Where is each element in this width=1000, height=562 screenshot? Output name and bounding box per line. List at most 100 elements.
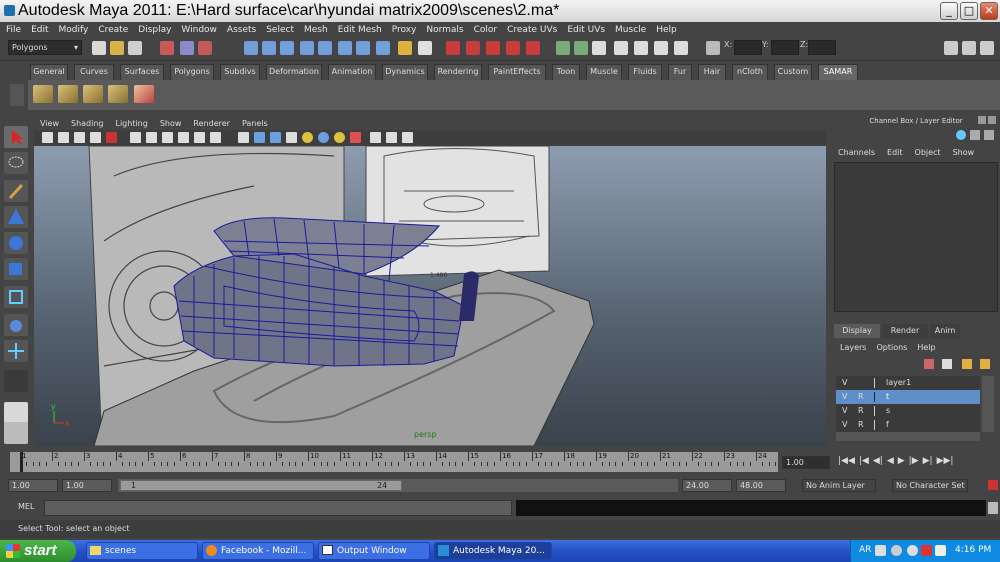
menu-help[interactable]: Help bbox=[656, 25, 677, 35]
vp-menu-view[interactable]: View bbox=[40, 119, 59, 128]
help-menu[interactable]: Help bbox=[917, 343, 935, 352]
layer-name[interactable]: t bbox=[886, 390, 889, 404]
layer-up-icon[interactable] bbox=[962, 359, 972, 369]
layer-scrollbar[interactable] bbox=[982, 376, 994, 432]
select-hierarchy-icon[interactable] bbox=[160, 41, 174, 55]
taskbar-scenes[interactable]: scenes bbox=[86, 542, 198, 560]
layer-name[interactable]: f bbox=[886, 418, 889, 432]
layer-row[interactable]: V R s bbox=[836, 404, 980, 418]
layer-visibility[interactable]: V bbox=[842, 390, 847, 404]
shelf-tab-custom[interactable]: Custom bbox=[774, 64, 812, 80]
object-menu[interactable]: Object bbox=[915, 148, 941, 157]
menu-create-uvs[interactable]: Create UVs bbox=[507, 25, 557, 35]
step-back-key-icon[interactable]: |◀ bbox=[859, 456, 869, 466]
menu-create[interactable]: Create bbox=[98, 25, 128, 35]
layer-name[interactable]: layer1 bbox=[886, 376, 911, 390]
step-forward-key-icon[interactable]: ▶| bbox=[923, 456, 933, 466]
rotate-tool-icon[interactable] bbox=[4, 232, 28, 254]
lock-icon[interactable] bbox=[398, 41, 412, 55]
end-time-field[interactable]: 48.00 bbox=[736, 479, 786, 492]
layer-color-swatch[interactable] bbox=[874, 392, 886, 402]
clock[interactable]: 4:16 PM bbox=[955, 545, 991, 555]
select-object-icon[interactable] bbox=[180, 41, 194, 55]
snap-point-icon[interactable] bbox=[486, 41, 500, 55]
xray-joints-icon[interactable] bbox=[370, 132, 381, 143]
panel-float-icon[interactable] bbox=[978, 116, 986, 124]
pick-mask-5-icon[interactable] bbox=[318, 41, 332, 55]
layer-row[interactable]: V layer1 bbox=[836, 376, 980, 390]
select-tool-icon[interactable] bbox=[4, 126, 28, 148]
menu-edit[interactable]: Edit bbox=[31, 25, 48, 35]
x-field[interactable] bbox=[734, 40, 762, 55]
input-ops-icon[interactable] bbox=[556, 41, 570, 55]
lasso-tool-icon[interactable] bbox=[4, 152, 28, 174]
step-back-frame-icon[interactable]: ◀| bbox=[873, 456, 883, 466]
pick-mask-3-icon[interactable] bbox=[280, 41, 294, 55]
shelf-tab-hair[interactable]: Hair bbox=[698, 64, 726, 80]
help-tray-icon[interactable] bbox=[875, 545, 886, 556]
range-slider-handle[interactable]: 1 24 bbox=[120, 480, 402, 491]
perspective-viewport[interactable]: y x persp 1.486 bbox=[34, 146, 826, 446]
shelf-tool-1-icon[interactable] bbox=[33, 85, 53, 103]
current-time-marker[interactable] bbox=[20, 452, 23, 472]
start-time-field[interactable]: 1.00 bbox=[8, 479, 58, 492]
highlight-icon[interactable] bbox=[418, 41, 432, 55]
shelf-tool-2-icon[interactable] bbox=[58, 85, 78, 103]
new-layer-icon[interactable] bbox=[924, 359, 934, 369]
command-language-label[interactable]: MEL bbox=[18, 502, 34, 511]
step-forward-frame-icon[interactable]: |▶ bbox=[909, 456, 919, 466]
shelf-tab-toon[interactable]: Toon bbox=[552, 64, 580, 80]
layer-reference[interactable]: R bbox=[858, 418, 864, 432]
high-quality-icon[interactable] bbox=[386, 132, 397, 143]
shelf-tab-fluids[interactable]: Fluids bbox=[628, 64, 662, 80]
layer-visibility[interactable]: V bbox=[842, 418, 847, 432]
snap-plane-icon[interactable] bbox=[506, 41, 520, 55]
shelf-tool-5-icon[interactable] bbox=[134, 85, 154, 103]
smooth-shade-icon[interactable] bbox=[254, 132, 265, 143]
layer-tab-anim[interactable]: Anim bbox=[930, 324, 960, 338]
use-default-light-icon[interactable] bbox=[302, 132, 313, 143]
layer-row-selected[interactable]: V R t bbox=[836, 390, 980, 404]
security-tray-icon[interactable] bbox=[921, 545, 932, 556]
shelf-tab-muscle[interactable]: Muscle bbox=[586, 64, 622, 80]
network-tray-icon[interactable] bbox=[907, 545, 918, 556]
textured-icon[interactable] bbox=[334, 132, 345, 143]
vp-menu-renderer[interactable]: Renderer bbox=[193, 119, 230, 128]
layer-color-swatch[interactable] bbox=[874, 406, 886, 416]
ipr-render-icon[interactable] bbox=[654, 41, 668, 55]
device-tray-icon[interactable] bbox=[935, 545, 946, 556]
channel-box-mode-icon[interactable] bbox=[956, 130, 966, 140]
field-chart-icon[interactable] bbox=[194, 132, 205, 143]
channel-list[interactable] bbox=[834, 162, 998, 312]
paint-select-tool-icon[interactable] bbox=[4, 180, 28, 202]
layer-color-swatch[interactable] bbox=[874, 378, 886, 388]
menu-modify[interactable]: Modify bbox=[59, 25, 89, 35]
render-icon[interactable] bbox=[634, 41, 648, 55]
wireframe-on-shaded-icon[interactable] bbox=[270, 132, 281, 143]
layer-row[interactable]: V R f bbox=[836, 418, 980, 432]
shelf-tab-polygons[interactable]: Polygons bbox=[170, 64, 214, 80]
render-settings-icon[interactable] bbox=[674, 41, 688, 55]
construction-history-icon[interactable] bbox=[592, 41, 606, 55]
command-input[interactable] bbox=[44, 500, 512, 516]
shelf-tab-painteffects[interactable]: PaintEffects bbox=[488, 64, 546, 80]
output-ops-icon[interactable] bbox=[574, 41, 588, 55]
menu-set-dropdown[interactable]: Polygons ▾ bbox=[8, 40, 82, 55]
menu-assets[interactable]: Assets bbox=[227, 25, 256, 35]
film-gate-icon[interactable] bbox=[146, 132, 157, 143]
playback-end-field[interactable]: 24.00 bbox=[682, 479, 732, 492]
shelf-tab-deformation[interactable]: Deformation bbox=[266, 64, 322, 80]
tool-settings-mode-icon[interactable] bbox=[984, 130, 994, 140]
move-tool-icon[interactable] bbox=[4, 206, 28, 228]
character-set-dropdown[interactable]: No Character Set bbox=[892, 479, 968, 492]
play-forward-icon[interactable]: ▶ bbox=[898, 456, 905, 466]
shelf-tab-animation[interactable]: Animation bbox=[328, 64, 376, 80]
layer-visibility[interactable]: V bbox=[842, 376, 847, 390]
safe-action-icon[interactable] bbox=[210, 132, 221, 143]
save-scene-icon[interactable] bbox=[128, 41, 142, 55]
grid-icon[interactable] bbox=[130, 132, 141, 143]
z-field[interactable] bbox=[808, 40, 836, 55]
go-to-start-icon[interactable]: |◀◀ bbox=[838, 456, 855, 466]
ambient-occlusion-icon[interactable] bbox=[402, 132, 413, 143]
maximize-button[interactable]: □ bbox=[960, 2, 978, 20]
